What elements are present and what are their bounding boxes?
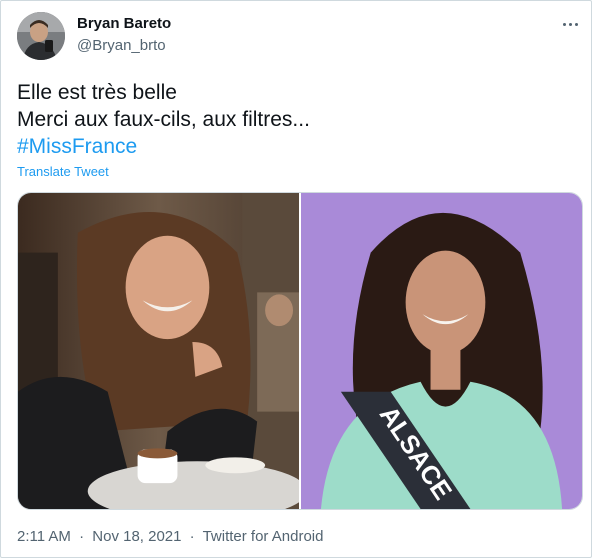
photo-right[interactable]: ALSACE	[301, 193, 582, 509]
author-name[interactable]: Bryan Bareto	[77, 15, 171, 32]
tweet-text: Elle est très belle Merci aux faux-cils,…	[17, 79, 310, 160]
hashtag-link[interactable]: #MissFrance	[17, 133, 310, 160]
meta-separator-2: ·	[189, 528, 195, 545]
woman-cafe-photo	[18, 193, 299, 509]
tweet-meta: 2:11 AM · Nov 18, 2021 · Twitter for And…	[17, 528, 323, 545]
photo-left[interactable]	[18, 193, 299, 509]
tweet-text-line-2: Merci aux faux-cils, aux filtres...	[17, 108, 310, 131]
translate-tweet-link[interactable]: Translate Tweet	[17, 164, 109, 179]
meta-separator-1: ·	[79, 528, 85, 545]
tweet-card: Bryan Bareto @Bryan_brto Elle est très b…	[0, 0, 592, 558]
author-avatar[interactable]	[17, 12, 65, 60]
more-options-icon[interactable]	[559, 15, 581, 33]
author-handle[interactable]: @Bryan_brto	[77, 37, 166, 54]
tweet-date[interactable]: Nov 18, 2021	[92, 528, 181, 545]
tweet-source[interactable]: Twitter for Android	[203, 528, 324, 545]
avatar-photo	[17, 12, 65, 60]
woman-sash-photo: ALSACE	[301, 193, 582, 509]
media-grid: ALSACE	[17, 192, 583, 510]
tweet-time[interactable]: 2:11 AM	[17, 528, 71, 545]
tweet-text-line-1: Elle est très belle	[17, 81, 177, 104]
